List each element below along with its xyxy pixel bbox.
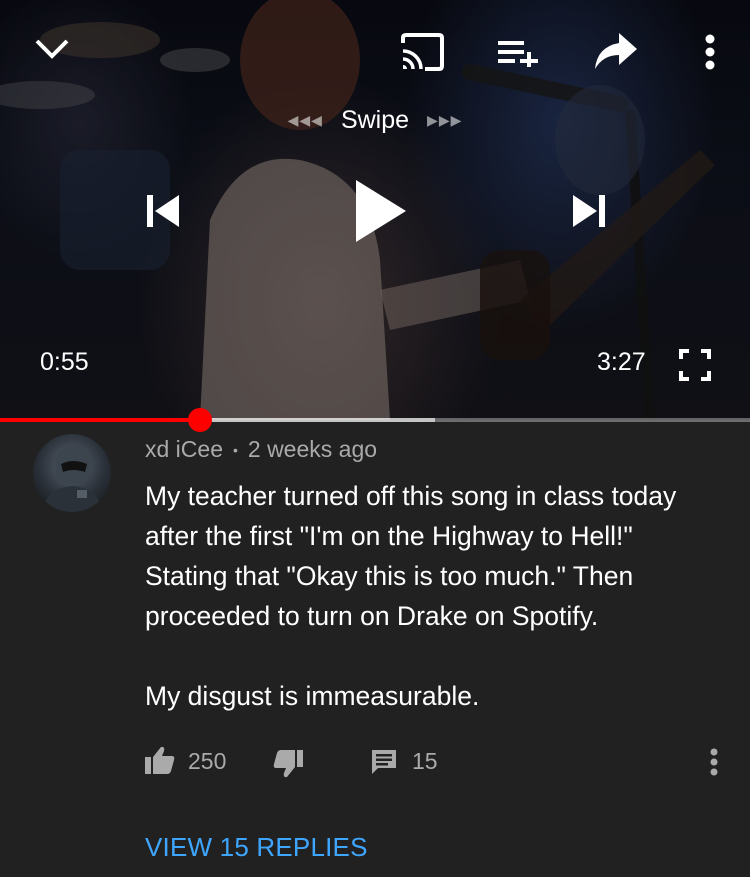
- comment-icon: [372, 750, 396, 774]
- dislike-button[interactable]: [270, 746, 306, 782]
- swipe-right-arrows: ▶▶▶: [427, 112, 463, 128]
- progress-scrubber[interactable]: [187, 408, 212, 432]
- next-button[interactable]: [564, 186, 614, 236]
- comment-timestamp: 2 weeks ago: [247, 436, 378, 462]
- swipe-left-arrows: ◀◀◀: [287, 112, 323, 128]
- more-options-button[interactable]: [694, 30, 726, 74]
- play-button[interactable]: [345, 172, 415, 250]
- add-to-queue-icon: [498, 41, 538, 67]
- reply-count: 15: [412, 748, 438, 774]
- like-count: 250: [188, 748, 227, 774]
- previous-icon: [147, 195, 179, 227]
- fullscreen-button[interactable]: [674, 344, 716, 386]
- comment-closing-line: My disgust is immeasurable.: [145, 681, 480, 711]
- duration: 3:27: [597, 348, 646, 376]
- thumbs-down-icon: [273, 750, 303, 778]
- share-icon: [595, 33, 637, 69]
- swipe-hint: ◀◀◀ Swipe ▶▶▶: [0, 106, 750, 135]
- reply-button[interactable]: [366, 744, 402, 780]
- thumbs-up-icon: [145, 746, 175, 774]
- share-button[interactable]: [590, 28, 642, 74]
- comment-author[interactable]: xd iCee: [145, 436, 223, 463]
- avatar-image: [43, 446, 103, 512]
- collapse-button[interactable]: [28, 30, 76, 68]
- previous-button[interactable]: [138, 186, 188, 236]
- comment-actions: 250 15: [0, 742, 750, 782]
- avatar[interactable]: [33, 434, 111, 512]
- view-replies-link[interactable]: VIEW 15 REPLIES: [145, 832, 368, 863]
- add-to-queue-button[interactable]: [494, 30, 542, 74]
- like-button[interactable]: [142, 742, 178, 778]
- more-vert-icon: [710, 748, 718, 776]
- chevron-down-icon: [35, 39, 69, 59]
- comment-meta: xd iCee • 2 weeks ago: [145, 436, 377, 463]
- progress-bar[interactable]: [0, 408, 750, 432]
- more-vert-icon: [705, 34, 715, 70]
- comment-line: My teacher turned off this song in class…: [145, 481, 677, 511]
- cast-icon: [401, 33, 444, 71]
- swipe-label: Swipe: [340, 106, 410, 134]
- current-time: 0:55: [40, 348, 89, 376]
- next-icon: [573, 195, 605, 227]
- fullscreen-icon: [679, 349, 711, 381]
- progress-played: [0, 418, 200, 422]
- play-icon: [356, 180, 406, 242]
- meta-separator: •: [232, 441, 238, 458]
- comment-line: Stating that "Okay this is too much." Th…: [145, 561, 634, 591]
- video-player[interactable]: ◀◀◀ Swipe ▶▶▶ 0:55 3:27: [0, 0, 750, 420]
- comment-text: My teacher turned off this song in class…: [145, 476, 730, 716]
- comment-more-button[interactable]: [700, 744, 728, 780]
- comment-line: proceeded to turn on Drake on Spotify.: [145, 601, 599, 631]
- comment-line: after the first "I'm on the Highway to H…: [145, 521, 633, 551]
- cast-button[interactable]: [396, 30, 448, 74]
